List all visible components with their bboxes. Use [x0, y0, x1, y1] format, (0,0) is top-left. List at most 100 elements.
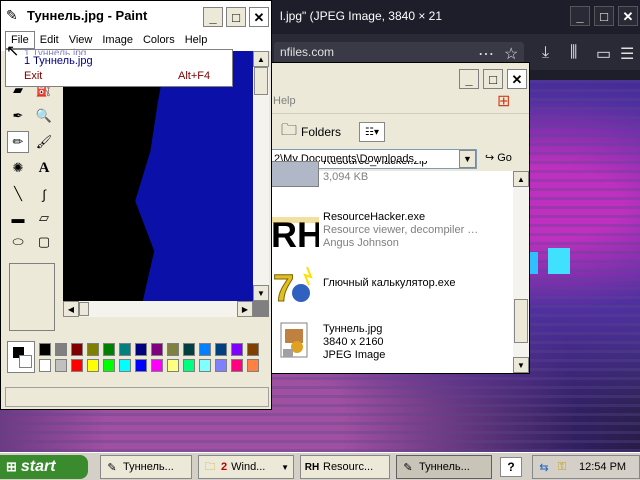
taskbar-label: Resourc...: [323, 461, 374, 473]
palette-swatch[interactable]: [103, 343, 115, 356]
explorer-close-button[interactable]: ✕: [507, 69, 527, 89]
scroll-thumb[interactable]: [514, 299, 528, 343]
library-icon[interactable]: ⫼: [570, 44, 577, 62]
curve-tool-icon[interactable]: ∫: [33, 183, 55, 205]
rectangle-tool-icon[interactable]: ▬: [7, 207, 29, 229]
clock[interactable]: 12:54 PM: [579, 461, 626, 473]
palette-swatch[interactable]: [151, 343, 163, 356]
palette-swatch[interactable]: [119, 343, 131, 356]
browser-maximize-button[interactable]: □: [594, 6, 614, 26]
list-item[interactable]: 7 Глючный калькулятор.exe: [271, 261, 513, 311]
browser-titlebar[interactable]: l.jpg" (JPEG Image, 3840 × 21 _ □ ✕: [270, 0, 640, 28]
paint-canvas[interactable]: [63, 51, 253, 301]
palette-swatch[interactable]: [183, 359, 195, 372]
palette-swatch[interactable]: [231, 359, 243, 372]
palette-swatch[interactable]: [215, 359, 227, 372]
list-item[interactable]: Resource_Hacker.zip 3,094 KB: [271, 161, 513, 191]
color-selection[interactable]: [7, 341, 35, 373]
palette-swatch[interactable]: [71, 359, 83, 372]
scroll-up-arrow-icon[interactable]: ▲: [513, 171, 529, 187]
file-menu-exit[interactable]: Exit: [24, 70, 42, 82]
palette-swatch[interactable]: [55, 343, 67, 356]
ellipse-tool-icon[interactable]: ⬭: [7, 231, 29, 253]
palette-swatch[interactable]: [135, 343, 147, 356]
palette-swatch[interactable]: [167, 343, 179, 356]
explorer-vertical-scrollbar[interactable]: ▲ ▼: [513, 171, 529, 373]
menu-icon[interactable]: ☰: [620, 44, 634, 64]
key-icon[interactable]: ⚿: [555, 460, 569, 474]
more-icon[interactable]: ⋯: [478, 44, 494, 64]
scroll-up-arrow-icon[interactable]: ▲: [253, 51, 269, 67]
airbrush-icon[interactable]: ✺: [7, 157, 29, 179]
sidebar-icon[interactable]: ▭: [596, 44, 611, 64]
canvas-horizontal-scrollbar[interactable]: ◀ ▶: [63, 301, 253, 317]
list-item[interactable]: RH ResourceHacker.exe Resource viewer, d…: [271, 211, 513, 255]
polygon-tool-icon[interactable]: ▱: [33, 207, 55, 229]
menu-colors[interactable]: Colors: [138, 32, 180, 48]
browser-minimize-button[interactable]: _: [570, 6, 590, 26]
canvas-vertical-scrollbar[interactable]: ▲ ▼: [253, 51, 269, 301]
explorer-maximize-button[interactable]: □: [483, 69, 503, 89]
brush-icon[interactable]: 🖌: [33, 131, 55, 153]
folders-button[interactable]: 🗀 Folders: [281, 120, 341, 144]
paint-window[interactable]: ✎ Туннель.jpg - Paint _ □ ✕ File Edit Vi…: [0, 0, 272, 410]
palette-swatch[interactable]: [183, 343, 195, 356]
browser-close-button[interactable]: ✕: [618, 6, 638, 26]
palette-swatch[interactable]: [119, 359, 131, 372]
taskbar-button-paint-active[interactable]: ✎ Туннель...: [396, 455, 492, 479]
palette-swatch[interactable]: [215, 343, 227, 356]
star-icon[interactable]: ☆: [504, 44, 518, 64]
palette-swatch[interactable]: [39, 343, 51, 356]
palette-swatch[interactable]: [55, 359, 67, 372]
start-button[interactable]: ⊞ start: [0, 455, 88, 479]
scroll-thumb[interactable]: [254, 67, 268, 95]
palette-swatch[interactable]: [151, 359, 163, 372]
palette-swatch[interactable]: [231, 343, 243, 356]
palette-swatch[interactable]: [247, 343, 259, 356]
magnifier-icon[interactable]: 🔍: [33, 105, 55, 127]
paint-close-button[interactable]: ✕: [249, 7, 269, 27]
views-button[interactable]: ☷▾: [359, 122, 385, 142]
menu-view[interactable]: View: [64, 32, 98, 48]
palette-swatch[interactable]: [247, 359, 259, 372]
palette-swatch[interactable]: [71, 343, 83, 356]
color-picker-icon[interactable]: ✒: [7, 105, 29, 127]
scroll-right-arrow-icon[interactable]: ▶: [237, 301, 253, 317]
file-menu-recent-file[interactable]: 1 Туннель.jpg: [24, 55, 93, 67]
paint-maximize-button[interactable]: □: [226, 7, 246, 27]
menu-help[interactable]: Help: [180, 32, 213, 48]
tool-options-box[interactable]: [9, 263, 55, 331]
rounded-rectangle-tool-icon[interactable]: ▢: [33, 231, 55, 253]
explorer-menu-help[interactable]: Help: [273, 95, 296, 107]
network-icon[interactable]: ⇆: [537, 460, 551, 474]
scroll-down-arrow-icon[interactable]: ▼: [253, 285, 269, 301]
scroll-left-arrow-icon[interactable]: ◀: [63, 301, 79, 317]
help-icon[interactable]: ?: [500, 457, 522, 477]
list-item[interactable]: Туннель.jpg 3840 x 2160 JPEG Image: [271, 317, 513, 367]
pencil-icon[interactable]: ✏: [7, 131, 29, 153]
menu-edit[interactable]: Edit: [35, 32, 64, 48]
palette-swatch[interactable]: [167, 359, 179, 372]
palette-swatch[interactable]: [199, 343, 211, 356]
line-tool-icon[interactable]: ╲: [7, 183, 29, 205]
scroll-down-arrow-icon[interactable]: ▼: [513, 357, 529, 373]
explorer-minimize-button[interactable]: _: [459, 69, 479, 89]
taskbar-button-paint[interactable]: ✎ Туннель...: [100, 455, 192, 479]
start-label: start: [20, 458, 56, 475]
paint-minimize-button[interactable]: _: [203, 7, 223, 27]
palette-swatch[interactable]: [87, 343, 99, 356]
taskbar-button-resourcehacker[interactable]: RH Resourc...: [300, 455, 390, 479]
explorer-titlebar[interactable]: _ □ ✕: [271, 63, 529, 91]
palette-swatch[interactable]: [87, 359, 99, 372]
explorer-window[interactable]: _ □ ✕ Help ⊞ 🗀 Folders ☷▾ 2\My Documents…: [270, 62, 530, 374]
menu-image[interactable]: Image: [97, 32, 138, 48]
palette-swatch[interactable]: [103, 359, 115, 372]
palette-swatch[interactable]: [199, 359, 211, 372]
palette-swatch[interactable]: [135, 359, 147, 372]
download-icon[interactable]: ⤓: [542, 44, 549, 62]
text-tool-icon[interactable]: A: [33, 157, 55, 179]
palette-swatch[interactable]: [39, 359, 51, 372]
scroll-thumb[interactable]: [79, 302, 89, 316]
paint-titlebar[interactable]: ✎ Туннель.jpg - Paint _ □ ✕: [1, 1, 271, 29]
taskbar-button-windows-explorer[interactable]: 🗀 2 Wind... ▼: [198, 455, 294, 479]
